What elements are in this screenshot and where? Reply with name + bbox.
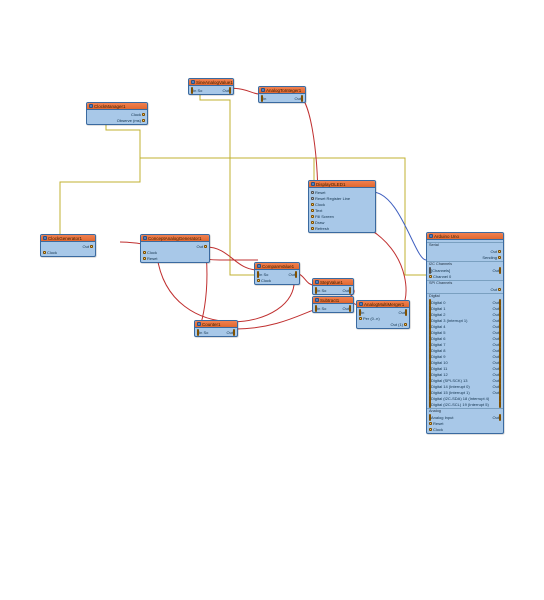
node-icon [429, 234, 433, 238]
node-title: Arduino Uno [427, 233, 503, 240]
node-title: Subtract1 [313, 297, 353, 304]
node-icon [315, 298, 319, 302]
node-title: ClockManager1 [87, 103, 147, 110]
node-counter[interactable]: Counter1 In SoOut [194, 320, 238, 337]
node-icon [315, 280, 319, 284]
node-icon [311, 182, 315, 186]
port-clock[interactable]: Clock [41, 249, 95, 255]
port-out-ch[interactable]: Out (1) [357, 321, 409, 327]
node-sine-analog-value[interactable]: SineAnalogValue1 In SoOut [188, 78, 234, 95]
port-reset[interactable]: Reset [141, 255, 209, 261]
node-display-oled[interactable]: DisplayOLED1 Reset Reset Register Line C… [308, 180, 376, 233]
port-clock[interactable]: Clock [255, 277, 299, 283]
port-d13[interactable]: Digital (SPI-SCK) 13Out [427, 377, 503, 383]
node-icon [89, 104, 93, 108]
port-d3[interactable]: Digital 3 (Interrupt 1)Out [427, 317, 503, 323]
port-observe[interactable]: Observe (ms) [87, 117, 147, 123]
node-icon [257, 264, 261, 268]
port-refresh[interactable]: Refresh [309, 225, 375, 231]
node-icon [143, 236, 147, 240]
node-icon [359, 302, 363, 306]
node-clock-generator[interactable]: ClockGenerator1 Out Clock [40, 234, 96, 257]
port-row[interactable]: In SoOut [313, 287, 353, 293]
port-spi-out[interactable]: Out [427, 286, 503, 292]
node-title: DisplayOLED1 [309, 181, 375, 188]
port-sending[interactable]: Sending [427, 254, 503, 260]
port-row[interactable]: In SoOut [313, 305, 353, 311]
node-arduino-uno[interactable]: Arduino Uno Serial Out Sending I2C Chann… [426, 232, 504, 434]
port-d15[interactable]: Digital 15 (Interrupt 1)Out [427, 389, 503, 395]
node-icon [191, 80, 195, 84]
node-concept-analog-generator[interactable]: ConceptAnalogGenerator1 Out Clock Reset [140, 234, 210, 263]
port-clock[interactable]: Clock [427, 426, 503, 432]
node-step-value[interactable]: StepValue1 In SoOut [312, 278, 354, 295]
node-title: CompareValue1 [255, 263, 299, 270]
port-row[interactable]: In SoOut [195, 329, 237, 335]
node-clock-manager[interactable]: ClockManager1 Clock Observe (ms) [86, 102, 148, 125]
node-title: StepValue1 [313, 279, 353, 286]
node-title: AnalogMultiMerger1 [357, 301, 409, 308]
node-icon [43, 236, 47, 240]
node-compare-value[interactable]: CompareValue1 In SoOut Clock [254, 262, 300, 285]
node-analog-to-integer[interactable]: AnalogToInteger1 InOut [258, 86, 306, 103]
port-ch0[interactable]: Channel 0 [427, 273, 503, 279]
port-d-i2c-scl[interactable]: Digital (I2C-SCL) 19 (Interrupt 5) [427, 401, 503, 407]
node-title: SineAnalogValue1 [189, 79, 233, 86]
node-title: ClockGenerator1 [41, 235, 95, 242]
node-icon [197, 322, 201, 326]
node-title: Counter1 [195, 321, 237, 328]
node-title: ConceptAnalogGenerator1 [141, 235, 209, 242]
port-row[interactable]: In SoOut [189, 87, 233, 93]
node-analog-multi-merger[interactable]: AnalogMultiMerger1 InOut Per (0..n) Out … [356, 300, 410, 329]
node-subtract[interactable]: Subtract1 In SoOut [312, 296, 354, 313]
node-icon [261, 88, 265, 92]
port-row[interactable]: InOut [259, 95, 305, 101]
port-d14[interactable]: Digital 14 (Interrupt 0)Out [427, 383, 503, 389]
node-title: AnalogToInteger1 [259, 87, 305, 94]
